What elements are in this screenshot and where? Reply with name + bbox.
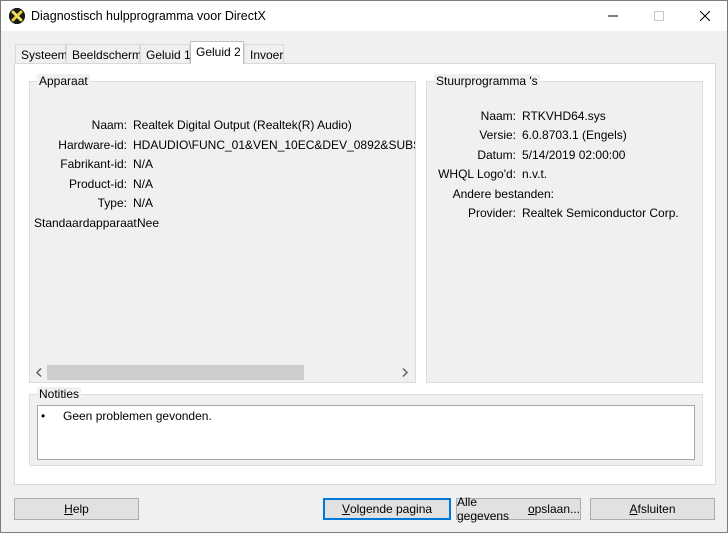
minimize-button[interactable] (590, 1, 636, 31)
stuurprogramma-group: Stuurprogramma 's Naam: RTKVHD64.sys Ver… (426, 74, 703, 383)
field-label: Product-id: (68, 177, 127, 191)
tab-systeem[interactable]: Systeem (15, 44, 68, 63)
minimize-icon (608, 15, 618, 17)
field-value[interactable]: N/A (133, 177, 153, 191)
apparaat-row-fabrikant-id: Fabrikant-id: N/A (30, 157, 415, 173)
tab-beeldscherm[interactable]: Beeldscherm (66, 44, 142, 63)
field-label: Hardware-id: (58, 138, 127, 152)
next-page-button[interactable]: Volgende pagina (323, 498, 451, 520)
title-bar[interactable]: Diagnostisch hulpprogramma voor DirectX (1, 1, 727, 31)
field-label: Datum: (477, 148, 516, 162)
save-label-rest: pslaan... (534, 502, 580, 516)
apparaat-row-type: Type: N/A (30, 196, 415, 212)
exit-label-rest: fsluiten (637, 502, 676, 516)
field-label: Fabrikant-id: (60, 157, 127, 171)
horizontal-scrollbar[interactable] (30, 364, 413, 381)
scroll-left-button[interactable] (30, 364, 47, 381)
maximize-icon (654, 11, 664, 21)
apparaat-row-hardware-id: Hardware-id: HDAUDIO\FUNC_01&VEN_10EC&DE… (30, 138, 415, 154)
directx-icon (9, 8, 25, 24)
notes-textbox[interactable]: • Geen problemen gevonden. (37, 405, 695, 460)
save-label-pre: Alle gegevens (457, 495, 510, 523)
tab-geluid-2[interactable]: Geluid 2 (190, 41, 244, 64)
stuur-row-andere-bestanden: Andere bestanden: (427, 187, 702, 203)
field-value[interactable]: 5/14/2019 02:00:00 (522, 148, 625, 162)
next-label-rest: olgende pagina (349, 502, 433, 516)
close-icon (700, 11, 710, 21)
stuur-row-versie: Versie: 6.0.8703.1 (Engels) (427, 128, 702, 144)
field-label: Type: (97, 196, 127, 210)
window-title: Diagnostisch hulpprogramma voor DirectX (31, 9, 266, 23)
chevron-left-icon (35, 368, 42, 377)
stuurprogramma-group-title: Stuurprogramma 's (434, 74, 540, 88)
field-label: WHQL Logo'd: (438, 167, 516, 181)
apparaat-row-product-id: Product-id: N/A (30, 177, 415, 193)
maximize-button[interactable] (636, 1, 682, 31)
next-accesskey: V (341, 502, 350, 516)
field-label: Andere bestanden: (452, 187, 554, 201)
tab-panel-geluid-2: Apparaat Naam: Realtek Digital Output (R… (14, 63, 716, 485)
save-accesskey: o (527, 502, 535, 516)
tab-geluid-1[interactable]: Geluid 1 (140, 44, 191, 63)
apparaat-row-standaardapparaat: Standaardapparaat: Nee (30, 216, 415, 232)
tab-invoer[interactable]: Invoer (244, 44, 284, 63)
field-value[interactable]: Nee (137, 216, 159, 230)
apparaat-group-title: Apparaat (37, 74, 90, 88)
scrollbar-thumb[interactable] (47, 365, 304, 380)
help-button[interactable]: Help (14, 498, 139, 520)
field-value[interactable]: n.v.t. (522, 167, 547, 181)
stuur-row-datum: Datum: 5/14/2019 02:00:00 (427, 148, 702, 164)
notities-group: Notities • Geen problemen gevonden. (29, 387, 703, 466)
apparaat-row-naam: Naam: Realtek Digital Output (Realtek(R)… (30, 118, 415, 134)
field-value[interactable]: N/A (133, 196, 153, 210)
field-value[interactable]: RTKVHD64.sys (522, 109, 606, 123)
stuur-row-naam: Naam: RTKVHD64.sys (427, 109, 702, 125)
close-window-button[interactable] (682, 1, 728, 31)
field-label: Naam: (480, 109, 516, 123)
chevron-right-icon (401, 368, 408, 377)
field-value[interactable]: Realtek Semiconductor Corp. (522, 206, 679, 220)
dxdiag-window: Diagnostisch hulpprogramma voor DirectX … (0, 0, 728, 533)
field-label: Versie: (479, 128, 516, 142)
field-label: Provider: (467, 206, 516, 220)
stuur-row-whql: WHQL Logo'd: n.v.t. (427, 167, 702, 183)
exit-accesskey: A (629, 502, 638, 516)
field-value[interactable]: N/A (133, 157, 153, 171)
stuur-row-provider: Provider: Realtek Semiconductor Corp. (427, 206, 702, 222)
apparaat-group: Apparaat Naam: Realtek Digital Output (R… (29, 74, 416, 383)
field-label: Naam: (91, 118, 127, 132)
help-label-rest: elp (72, 502, 89, 516)
notes-item-text: Geen problemen gevonden. (63, 409, 212, 423)
field-value[interactable]: 6.0.8703.1 (Engels) (522, 128, 627, 142)
bullet-icon: • (41, 409, 46, 423)
help-accesskey: H (64, 502, 73, 516)
exit-button[interactable]: Afsluiten (590, 498, 715, 520)
save-all-button[interactable]: Alle gegevens o pslaan... (456, 495, 581, 523)
scroll-right-button[interactable] (396, 364, 413, 381)
field-label: Standaardapparaat: (34, 216, 141, 230)
field-value[interactable]: HDAUDIO\FUNC_01&VEN_10EC&DEV_0892&SUBSYS… (133, 138, 415, 152)
field-value[interactable]: Realtek Digital Output (Realtek(R) Audio… (133, 118, 352, 132)
notities-group-title: Notities (37, 387, 82, 401)
